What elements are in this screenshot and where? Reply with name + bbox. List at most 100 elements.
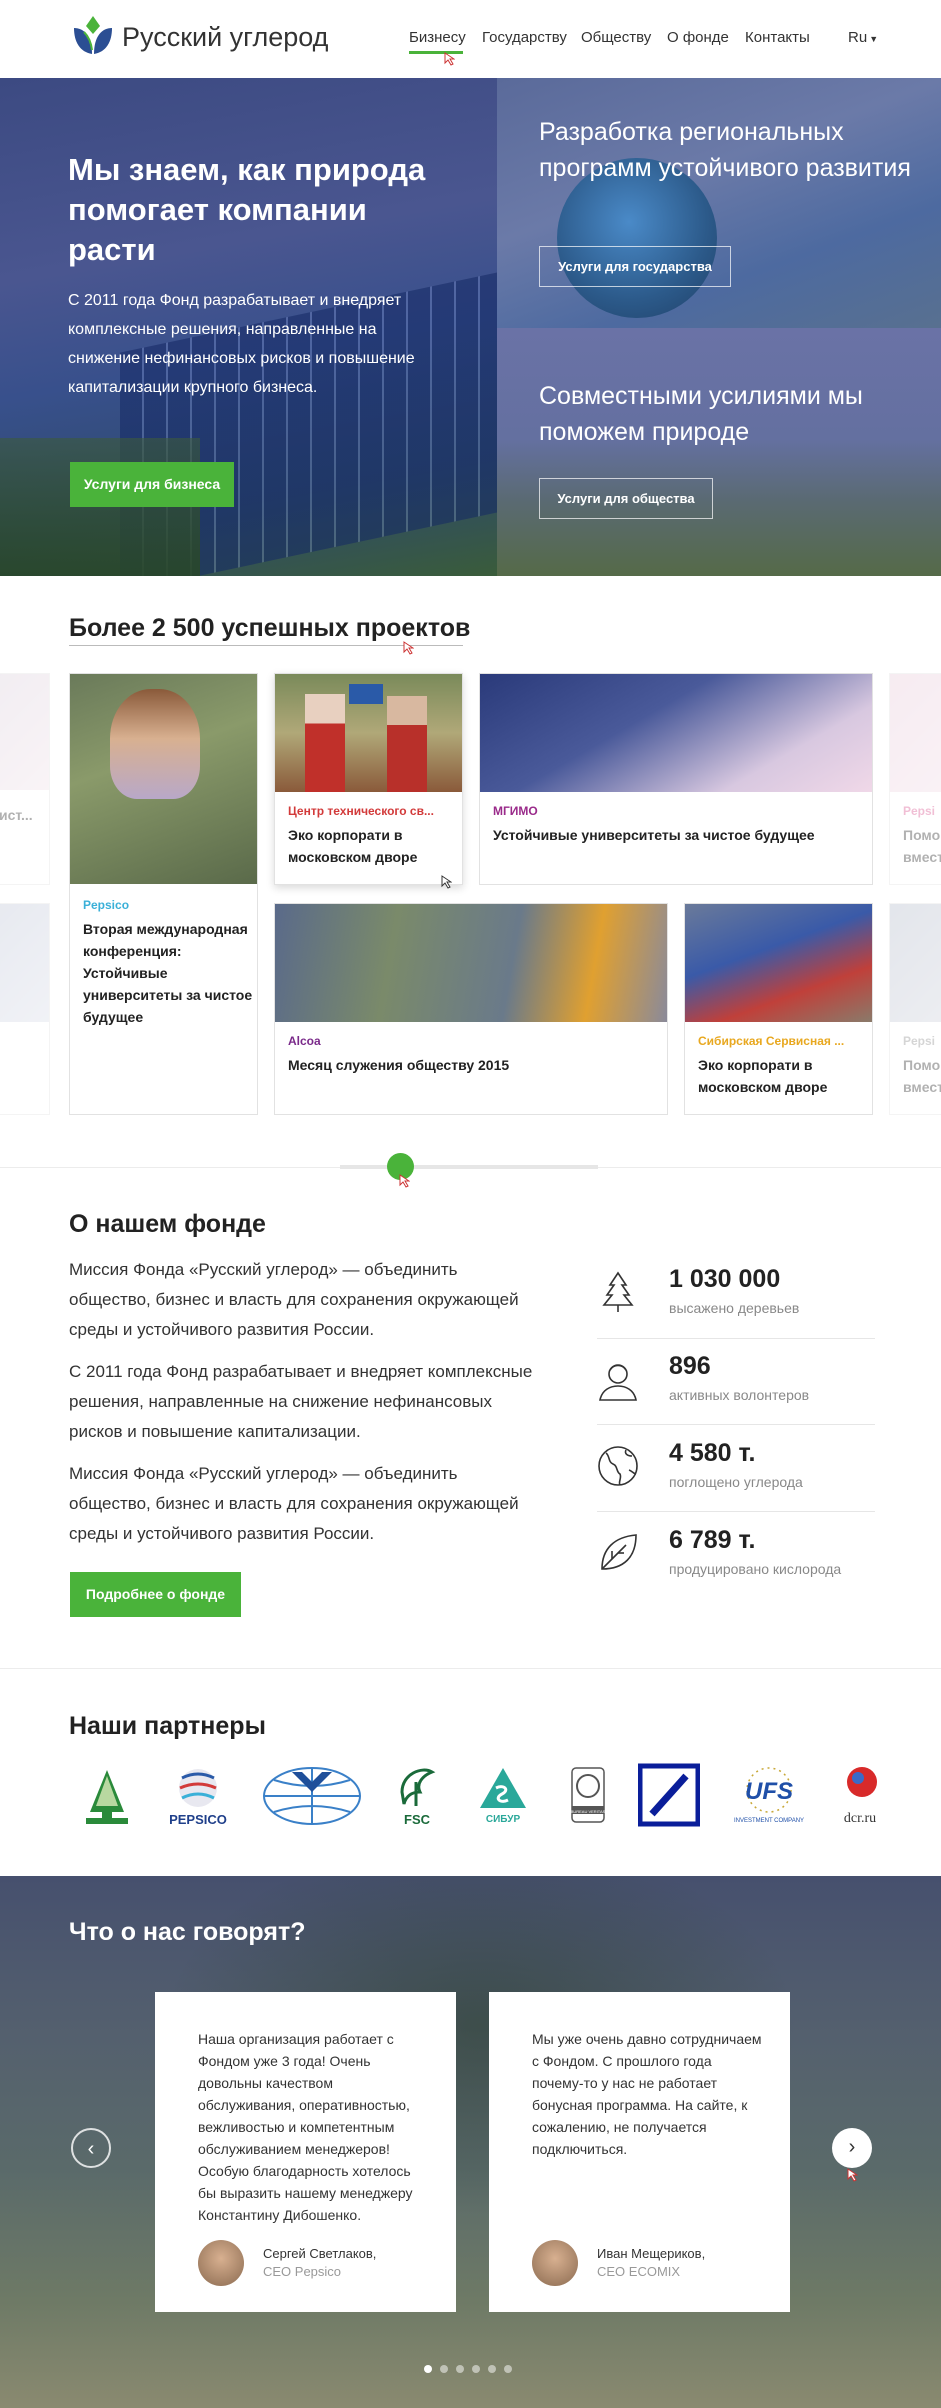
- project-category: Центр технического св...: [288, 804, 434, 818]
- stat-oxygen-value: 6 789 т.: [669, 1526, 756, 1554]
- project-image: [890, 904, 941, 1022]
- testimonial-author-name: Сергей Светлаков,: [263, 2246, 377, 2261]
- about-paragraph-1: Миссия Фонда «Русский углерод» — объедин…: [69, 1260, 519, 1339]
- prev-arrow-button[interactable]: ‹: [71, 2128, 111, 2168]
- project-card-pepsico[interactable]: Pepsico Вторая международная конференция…: [69, 673, 258, 1115]
- carousel-dot[interactable]: [472, 2365, 480, 2373]
- stat-divider: [597, 1424, 875, 1425]
- project-image: [0, 904, 49, 1022]
- nav-society[interactable]: Обществу: [581, 29, 651, 46]
- business-services-button[interactable]: Услуги для бизнеса: [70, 462, 234, 507]
- project-card-edge-right-top[interactable]: Pepsi Помо вмест: [889, 673, 941, 885]
- testimonials-section: Что о нас говорят? Наша организация рабо…: [0, 1876, 941, 2408]
- grass-image: [0, 438, 200, 576]
- nav-state[interactable]: Государству: [482, 29, 567, 46]
- nav-about[interactable]: О фонде: [667, 29, 729, 46]
- state-services-button[interactable]: Услуги для государства: [539, 246, 731, 287]
- project-image: [275, 674, 462, 792]
- carousel-dot[interactable]: [488, 2365, 496, 2373]
- project-image: [70, 674, 257, 884]
- project-card-tech-center[interactable]: Центр технического св... Эко корпорати в…: [274, 673, 463, 885]
- carousel-dot[interactable]: [424, 2365, 432, 2373]
- hero-title: Мы знаем, как природа помогает компании …: [68, 152, 426, 267]
- project-category: Alcoa: [288, 1034, 321, 1048]
- logo-text[interactable]: Русский углерод: [122, 22, 328, 53]
- page: Русский углерод Бизнесу Государству Обще…: [0, 0, 941, 2408]
- project-card-edge-left-top[interactable]: ист...: [0, 673, 50, 885]
- project-image: [480, 674, 872, 792]
- nav-contacts[interactable]: Контакты: [745, 29, 810, 46]
- logo-icon[interactable]: [70, 14, 116, 56]
- testimonial-text: Наша организация работает с Фондом уже 3…: [198, 2031, 413, 2223]
- avatar: [198, 2240, 244, 2286]
- stat-divider: [597, 1338, 875, 1339]
- ufs-logo[interactable]: UFS INVESTMENT COMPANY: [728, 1762, 810, 1828]
- about-paragraph-3: Миссия Фонда «Русский углерод» — объедин…: [69, 1464, 519, 1543]
- about-more-button[interactable]: Подробнее о фонде: [70, 1572, 241, 1617]
- project-title: Помо вмест: [903, 1057, 941, 1095]
- chevron-right-icon: ›: [848, 2136, 856, 2158]
- project-card-edge-right-bottom[interactable]: Pepsi Помо вмест: [889, 903, 941, 1115]
- projects-slider-track[interactable]: [340, 1165, 598, 1169]
- project-card-alcoa[interactable]: Alcoa Месяц служения обществу 2015: [274, 903, 668, 1115]
- state-panel-title: Разработка региональных программ устойчи…: [539, 118, 911, 182]
- leaf-icon: [601, 1534, 637, 1570]
- testimonial-card: Мы уже очень давно сотрудничаем с Фондом…: [489, 1992, 790, 2312]
- fsc-wordmark: FSC: [404, 1812, 431, 1827]
- next-arrow-button[interactable]: ›: [832, 2128, 872, 2168]
- project-card-edge-left-bottom[interactable]: [0, 903, 50, 1115]
- project-image: [0, 674, 49, 790]
- tree-icon: [602, 1271, 634, 1312]
- project-category: Pepsico: [83, 898, 130, 912]
- ufs-subtitle: INVESTMENT COMPANY: [734, 1818, 804, 1824]
- society-services-button[interactable]: Услуги для общества: [539, 478, 713, 519]
- carousel-dot[interactable]: [504, 2365, 512, 2373]
- forest-partner-logo[interactable]: [82, 1762, 132, 1828]
- stat-trees-value: 1 030 000: [669, 1265, 781, 1293]
- carousel-dot[interactable]: [456, 2365, 464, 2373]
- nav-business[interactable]: Бизнесу: [409, 29, 466, 46]
- projects-title: Более 2 500 успешных проектов: [69, 614, 471, 642]
- deutsche-bank-logo[interactable]: [638, 1762, 700, 1828]
- cursor-icon: [403, 641, 414, 655]
- carousel-dot[interactable]: [440, 2365, 448, 2373]
- project-category: Сибирская Сервисная ...: [698, 1034, 845, 1048]
- ufs-wordmark: UFS: [745, 1778, 793, 1805]
- testimonial-author-role: CEO Pepsico: [263, 2264, 342, 2279]
- sibur-logo[interactable]: СИБУР: [476, 1762, 530, 1828]
- testimonial-card: Наша организация работает с Фондом уже 3…: [155, 1992, 456, 2312]
- sibur-wordmark: СИБУР: [486, 1814, 521, 1825]
- project-title: Вторая международная конференция: Устойч…: [83, 921, 253, 1025]
- language-selector[interactable]: Ru ▼: [848, 29, 878, 46]
- project-title: Эко корпорати в московском дворе: [698, 1057, 828, 1095]
- volunteer-icon: [599, 1364, 637, 1401]
- project-image: [685, 904, 872, 1022]
- pepsico-logo[interactable]: PEPSICO: [162, 1762, 234, 1828]
- testimonials-title: Что о нас говорят?: [69, 1918, 306, 1946]
- hero-text: С 2011 года Фонд разрабатывает и внедряе…: [68, 292, 415, 396]
- bureau-veritas-logo[interactable]: BUREAU VERITAS: [566, 1762, 610, 1828]
- globe-icon: [598, 1446, 638, 1486]
- cursor-icon: [847, 2168, 858, 2182]
- project-category: Pepsi: [903, 1034, 936, 1048]
- project-card-mgimo[interactable]: МГИМО Устойчивые университеты за чистое …: [479, 673, 873, 885]
- society-panel-title: Совместными усилиями мы поможем природе: [539, 382, 863, 446]
- project-card-siberian-service[interactable]: Сибирская Сервисная ... Эко корпорати в …: [684, 903, 873, 1115]
- hero-society-panel[interactable]: Совместными усилиями мы поможем природе …: [497, 328, 941, 576]
- testimonial-author-name: Иван Мещериков,: [597, 2246, 706, 2261]
- header: Русский углерод Бизнесу Государству Обще…: [0, 0, 941, 78]
- stat-carbon-value: 4 580 т.: [669, 1439, 756, 1467]
- caret-down-icon: ▼: [869, 34, 879, 44]
- project-title: ист...: [0, 807, 33, 823]
- language-label: Ru: [848, 29, 868, 46]
- un-logo[interactable]: [262, 1762, 362, 1828]
- project-title: Эко корпорати в московском дворе: [288, 827, 418, 865]
- hero-state-panel[interactable]: Разработка региональных программ устойчи…: [497, 78, 941, 328]
- cursor-icon: [444, 52, 455, 66]
- dcr-logo[interactable]: dcr.ru: [838, 1762, 882, 1828]
- project-image: [890, 674, 941, 792]
- about-title: О нашем фонде: [69, 1210, 266, 1238]
- project-title: Месяц служения обществу 2015: [288, 1057, 510, 1073]
- stat-divider: [597, 1511, 875, 1512]
- fsc-logo[interactable]: FSC: [392, 1762, 442, 1828]
